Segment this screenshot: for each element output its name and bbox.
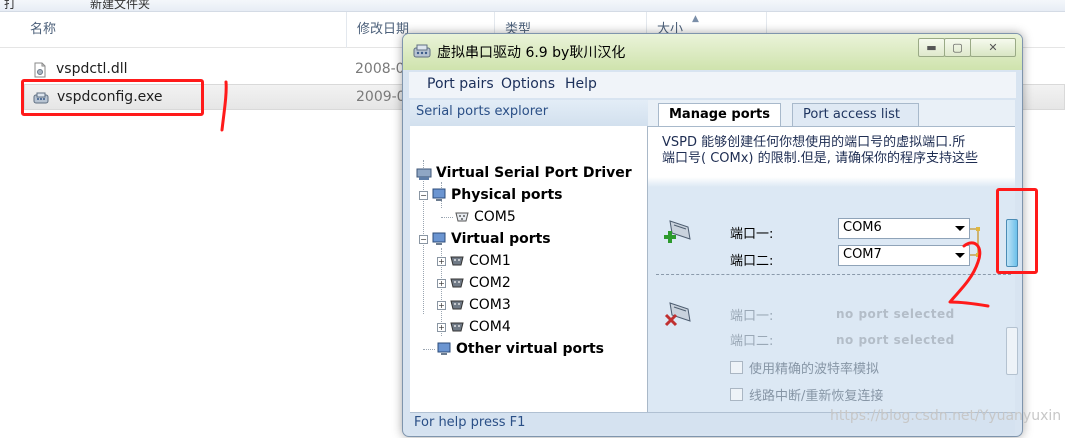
monitor-icon: [432, 232, 446, 245]
serial-port-icon: [450, 300, 464, 310]
expand-icon[interactable]: +: [437, 322, 446, 332]
driver-icon: [416, 168, 432, 180]
tree-label-other: Other virtual ports: [456, 341, 605, 357]
port2-value: COM7: [843, 247, 882, 262]
file-date: 2008-0: [355, 61, 405, 77]
tree-item-com2[interactable]: + COM2: [437, 272, 511, 294]
menu-options[interactable]: Options: [501, 76, 555, 92]
tree-label-com: COM5: [474, 209, 516, 225]
manage-pane: Manage ports Port access list VSPD 能够创建任…: [648, 100, 1018, 412]
titlebar[interactable]: 虚拟串口驱动 6.9 by耿川汉化 ▬ ▢ ✕: [403, 34, 1022, 70]
app-icon: [413, 44, 431, 58]
minimize-icon: ▬: [926, 41, 937, 54]
serial-port-icon: [455, 212, 469, 222]
existing-port1-value: no port selected: [836, 307, 955, 321]
tree-line: [423, 349, 435, 350]
collapse-icon[interactable]: −: [419, 234, 428, 244]
chevron-down-icon: [955, 253, 965, 258]
existing-port2-value: no port selected: [836, 333, 955, 347]
separator: [656, 274, 1011, 275]
serial-port-icon: [450, 256, 464, 266]
expand-icon[interactable]: +: [437, 278, 446, 288]
port1-value: COM6: [843, 220, 882, 235]
port2-select[interactable]: COM7: [838, 245, 970, 266]
file-name: vspdctl.dll: [56, 61, 128, 77]
ports-explorer-pane: Serial ports explorer Virtual Serial Por…: [410, 100, 648, 412]
tree-label-com: COM3: [469, 297, 511, 313]
sort-arrow-icon: ▲: [692, 14, 699, 24]
toolbar-item-open[interactable]: 打: [4, 0, 16, 11]
annotation-box-file: [21, 79, 204, 116]
tree-label-com: COM2: [469, 275, 511, 291]
tree-label-root: Virtual Serial Port Driver: [436, 165, 632, 181]
serial-port-icon: [450, 322, 464, 332]
delete-pair-button[interactable]: [1006, 327, 1018, 375]
close-icon: ✕: [988, 41, 998, 54]
pane-header: Serial ports explorer: [410, 100, 648, 126]
monitor-icon: [437, 342, 451, 355]
window-title: 虚拟串口驱动 6.9 by耿川汉化: [437, 45, 626, 61]
expand-icon[interactable]: +: [437, 300, 446, 310]
dll-file-icon: [34, 62, 46, 78]
close-button[interactable]: ✕: [970, 38, 1016, 57]
checkbox-label: 线路中断/重新恢复连接: [749, 389, 884, 404]
tab-port-access-list[interactable]: Port access list: [792, 103, 919, 126]
expand-icon[interactable]: +: [437, 256, 446, 266]
tree-line: [441, 217, 453, 218]
serial-port-icon: [450, 278, 464, 288]
tree-item-root[interactable]: Virtual Serial Port Driver: [416, 162, 632, 184]
tree-item-com4[interactable]: + COM4: [437, 316, 511, 338]
tree-item-com5[interactable]: COM5: [454, 206, 516, 228]
delete-pair-icon[interactable]: [662, 299, 696, 331]
minimize-button[interactable]: ▬: [918, 38, 945, 57]
chevron-down-icon: [955, 226, 965, 231]
toolbar-item-new-folder[interactable]: 新建文件夹: [90, 0, 150, 11]
existing-port2-label: 端口二:: [730, 334, 774, 349]
tree-label-com: COM1: [469, 253, 511, 269]
window-controls: ▬ ▢ ✕: [918, 38, 1016, 58]
annotation-box-add-button: [996, 188, 1038, 274]
tree-item-virtual[interactable]: − Virtual ports: [419, 228, 551, 250]
checkbox-box[interactable]: [730, 361, 743, 374]
tree-label-physical: Physical ports: [451, 187, 563, 203]
file-date: 2009-0: [356, 89, 406, 105]
tree-item-com1[interactable]: + COM1: [437, 250, 511, 272]
menu-port-pairs[interactable]: Port pairs: [427, 76, 494, 92]
tree-label-virtual: Virtual ports: [451, 231, 551, 247]
explorer-toolbar: 打 新建文件夹: [0, 0, 1065, 12]
tab-strip: Manage ports Port access list: [648, 100, 1015, 127]
vspd-dialog: 虚拟串口驱动 6.9 by耿川汉化 ▬ ▢ ✕ Port pairs Optio…: [402, 33, 1023, 437]
pair-port1-label: 端口一:: [730, 227, 774, 242]
add-pair-icon[interactable]: [662, 217, 696, 249]
description-line: VSPD 能够创建任何你想使用的端口号的虚拟端口.所: [662, 135, 966, 150]
main-content: Serial ports explorer Virtual Serial Por…: [410, 100, 1018, 412]
tab-manage-ports[interactable]: Manage ports: [658, 103, 781, 127]
menu-help[interactable]: Help: [565, 76, 597, 92]
port1-select[interactable]: COM6: [838, 218, 970, 239]
maximize-icon: ▢: [952, 41, 963, 54]
maximize-button[interactable]: ▢: [944, 38, 971, 57]
tree-item-physical[interactable]: − Physical ports: [419, 184, 562, 206]
watermark: https://blog.csdn.net/Yyuanyuxin: [830, 408, 1062, 424]
description: VSPD 能够创建任何你想使用的端口号的虚拟端口.所 端口号( COMx) 的限…: [662, 135, 1022, 167]
collapse-icon[interactable]: −: [419, 190, 428, 200]
tab-panel: VSPD 能够创建任何你想使用的端口号的虚拟端口.所 端口号( COMx) 的限…: [648, 126, 1018, 412]
tree-item-com3[interactable]: + COM3: [437, 294, 511, 316]
pair-port2-label: 端口二:: [730, 254, 774, 269]
checkbox-label: 使用精确的波特率模拟: [749, 362, 880, 377]
monitor-icon: [432, 188, 446, 201]
checkbox-box[interactable]: [730, 388, 743, 401]
baud-rate-checkbox[interactable]: 使用精确的波特率模拟: [730, 358, 879, 377]
tree-item-other[interactable]: Other virtual ports: [436, 338, 604, 360]
menubar: Port pairs Options Help: [409, 72, 1016, 98]
link-bracket-icon: [970, 227, 980, 257]
column-name[interactable]: 名称: [20, 12, 347, 48]
tree-label-com: COM4: [469, 319, 511, 335]
description-line: 端口号( COMx) 的限制.但是, 请确保你的程序支持这些: [662, 151, 979, 166]
line-break-checkbox[interactable]: 线路中断/重新恢复连接: [730, 385, 883, 404]
existing-port1-label: 端口一:: [730, 309, 774, 324]
